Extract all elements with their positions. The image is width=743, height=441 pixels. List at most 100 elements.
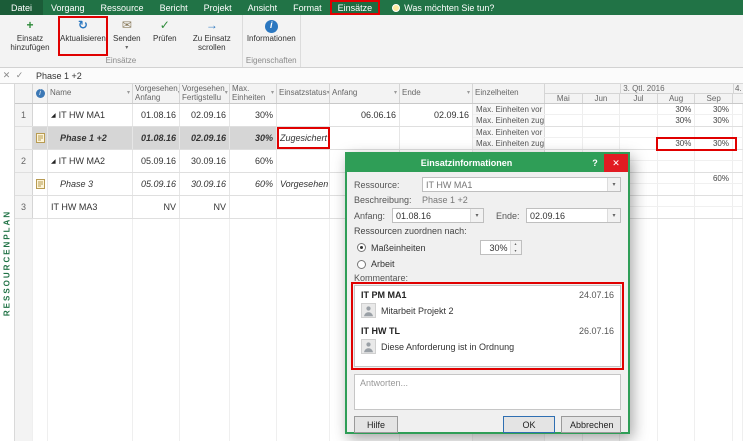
information-button[interactable]: i Informationen — [245, 16, 298, 56]
cancel-entry-icon[interactable]: ✕ — [0, 70, 13, 81]
confirm-entry-icon[interactable]: ✓ — [13, 70, 26, 81]
vorgesehen-fertig-cell[interactable]: 30.09.16 — [180, 173, 230, 195]
detail-label-zug[interactable]: Max. Einheiten zug — [473, 138, 545, 149]
timeline-cell[interactable] — [583, 104, 621, 114]
timeline-cell[interactable]: 60% — [695, 173, 733, 183]
detail-label-vor[interactable]: Max. Einheiten vor — [473, 104, 545, 114]
timeline-cell[interactable]: 30% — [658, 115, 696, 126]
ende-cell[interactable]: 02.09.16 — [400, 104, 473, 126]
add-engagement-button[interactable]: + Einsatz hinzufügen — [2, 16, 58, 56]
tell-me-search[interactable]: Was möchten Sie tun? — [384, 0, 502, 15]
indicator-cell[interactable] — [33, 196, 48, 218]
vorgesehen-fertig-cell[interactable]: 02.09.16 — [180, 104, 230, 126]
einsatzstatus-cell[interactable] — [277, 196, 330, 218]
timeline-cell[interactable] — [733, 184, 743, 195]
name-cell[interactable]: ◢ IT HW MA2 — [48, 150, 133, 172]
units-radio-label[interactable]: Maßeinheiten — [371, 243, 426, 253]
timeline-cell[interactable] — [620, 104, 658, 114]
timeline-cell[interactable] — [733, 150, 743, 160]
max-einheiten-cell[interactable]: 30% — [230, 127, 277, 149]
comments-panel[interactable]: IT PM MA1 24.07.16 Mitarbeit Projekt 2 I… — [354, 285, 621, 367]
timeline-cell[interactable]: 30% — [695, 115, 733, 126]
timeline-cell[interactable] — [733, 196, 743, 206]
refresh-engagements-button[interactable]: ↻ Aktualisieren — [58, 16, 108, 56]
timeline-cell[interactable] — [733, 138, 743, 149]
filter-arrow-icon[interactable]: ▾ — [127, 90, 130, 96]
vorgesehen-fertig-header[interactable]: Vorgesehen Fertigstellu▾ — [180, 84, 230, 103]
max-einheiten-header[interactable]: Max. Einheiten▾ — [230, 84, 277, 103]
timeline-cell[interactable] — [733, 173, 743, 183]
note-indicator-cell[interactable] — [33, 173, 48, 195]
expand-triangle-icon[interactable]: ◢ — [51, 112, 56, 119]
detail-label-vor[interactable]: Max. Einheiten vor — [473, 127, 545, 137]
row-number-header[interactable] — [15, 84, 33, 103]
timeline-cell[interactable] — [620, 127, 658, 137]
entry-bar-value[interactable]: Phase 1 +2 — [36, 71, 82, 81]
timeline-cell[interactable] — [620, 115, 658, 126]
name-cell[interactable]: ◢ IT HW MA1 — [48, 104, 133, 126]
vorgesehen-fertig-cell[interactable]: 30.09.16 — [180, 150, 230, 172]
indicator-cell[interactable] — [33, 104, 48, 126]
timeline-cell[interactable] — [545, 138, 583, 149]
end-date-combobox[interactable]: 02.09.16 ▾ — [526, 208, 621, 223]
max-einheiten-cell[interactable]: 60% — [230, 150, 277, 172]
vorgesehen-fertig-cell[interactable]: NV — [180, 196, 230, 218]
ok-button[interactable]: OK — [503, 416, 555, 433]
timeline-cell[interactable] — [695, 207, 733, 218]
timeline-cell[interactable] — [733, 115, 743, 126]
detail-label-zug[interactable]: Max. Einheiten zug — [473, 115, 545, 126]
ende-cell[interactable] — [400, 127, 473, 149]
timeline-cell[interactable]: 30% — [658, 104, 696, 114]
info-column-header[interactable]: i — [33, 84, 48, 103]
timeline-cell[interactable] — [695, 150, 733, 160]
anfang-cell[interactable] — [330, 127, 400, 149]
tab-format[interactable]: Format — [285, 0, 330, 15]
start-date-combobox[interactable]: 01.08.16 ▾ — [392, 208, 484, 223]
month-header-mai[interactable]: Mai — [545, 94, 583, 103]
vorgesehen-anfang-cell[interactable]: 05.09.16 — [133, 150, 180, 172]
cancel-button[interactable]: Abbrechen — [561, 416, 621, 433]
note-indicator-cell[interactable] — [33, 127, 48, 149]
timeline-cell[interactable] — [733, 104, 743, 114]
einsatzstatus-cell[interactable] — [277, 150, 330, 172]
timeline-cell[interactable]: 30% — [695, 138, 733, 149]
timeline-cell[interactable] — [545, 127, 583, 137]
vorgesehen-anfang-cell[interactable]: NV — [133, 196, 180, 218]
month-header-jul[interactable]: Jul — [620, 94, 658, 103]
timeline-cell[interactable] — [583, 127, 621, 137]
dialog-close-button[interactable]: ✕ — [604, 154, 628, 172]
einsatzstatus-cell[interactable] — [277, 104, 330, 126]
row-number[interactable]: 2 — [15, 150, 33, 172]
name-cell[interactable]: IT HW MA3 — [48, 196, 133, 218]
tab-projekt[interactable]: Projekt — [196, 0, 240, 15]
spinner-down-icon[interactable]: ▾ — [511, 248, 521, 255]
vorgesehen-fertig-cell[interactable]: 02.09.16 — [180, 127, 230, 149]
timeline-cell[interactable] — [733, 161, 743, 172]
row-number[interactable]: 3 — [15, 196, 33, 218]
tab-ansicht[interactable]: Ansicht — [240, 0, 286, 15]
quarter-q4-label[interactable]: 4. Qtl. 2016 — [733, 84, 743, 93]
vorgesehen-anfang-cell[interactable]: 01.08.16 — [133, 104, 180, 126]
vorgesehen-anfang-cell[interactable]: 05.09.16 — [133, 173, 180, 195]
timeline-cell[interactable] — [695, 196, 733, 206]
timeline-cell[interactable] — [583, 138, 621, 149]
indicator-cell[interactable] — [33, 150, 48, 172]
row-number[interactable]: 1 — [15, 104, 33, 126]
tab-vorgang[interactable]: Vorgang — [43, 0, 93, 15]
tab-einsaetze[interactable]: Einsätze — [330, 0, 381, 15]
timeline-cell[interactable]: 30% — [695, 104, 733, 114]
timeline-cell[interactable] — [658, 150, 696, 160]
expand-triangle-icon[interactable]: ◢ — [51, 158, 56, 165]
max-einheiten-cell[interactable] — [230, 196, 277, 218]
check-button[interactable]: ✓ Prüfen — [146, 16, 184, 56]
month-header-jun[interactable]: Jun — [583, 94, 621, 103]
filter-arrow-icon[interactable]: ▾ — [271, 90, 274, 96]
timeline-cell[interactable] — [658, 127, 696, 137]
timeline-cell[interactable] — [620, 138, 658, 149]
send-button[interactable]: ✉ Senden ▾ — [108, 16, 146, 56]
einsatzstatus-cell[interactable]: Vorgesehen — [277, 173, 330, 195]
tab-bericht[interactable]: Bericht — [152, 0, 196, 15]
timeline-cell[interactable] — [733, 127, 743, 137]
row-number[interactable] — [15, 173, 33, 195]
scroll-to-engagement-button[interactable]: → Zu Einsatz scrollen — [184, 16, 240, 56]
